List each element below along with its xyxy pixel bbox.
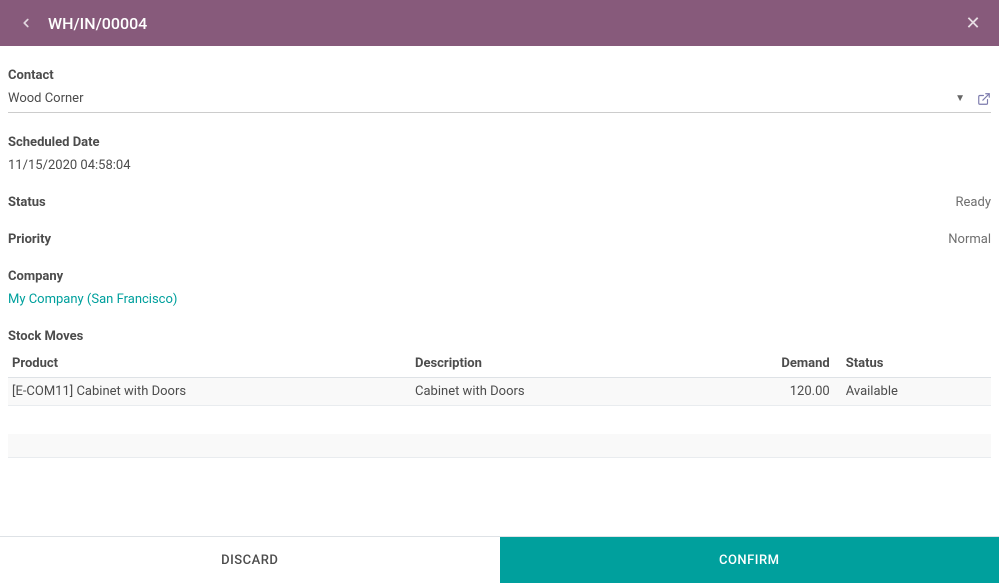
cell-product: [E-COM11] Cabinet with Doors	[8, 378, 411, 406]
company-label: Company	[8, 269, 991, 284]
cell-description: Cabinet with Doors	[411, 378, 745, 406]
priority-value: Normal	[948, 232, 991, 247]
contact-value: Wood Corner	[8, 87, 949, 110]
confirm-button[interactable]: Confirm	[500, 537, 999, 583]
field-status: Status Ready	[8, 195, 991, 210]
modal-header: WH/IN/00004 ✕	[0, 0, 999, 46]
table-row[interactable]: [E-COM11] Cabinet with Doors Cabinet wit…	[8, 378, 991, 406]
scheduled-date-value: 11/15/2020 04:58:04	[8, 154, 991, 173]
col-demand: Demand	[745, 350, 833, 378]
status-label: Status	[8, 195, 46, 210]
priority-label: Priority	[8, 232, 51, 247]
contact-label: Contact	[8, 68, 991, 83]
stock-moves-label: Stock Moves	[8, 329, 991, 344]
close-icon: ✕	[965, 13, 980, 34]
scheduled-date-label: Scheduled Date	[8, 135, 991, 150]
col-status: Status	[834, 350, 991, 378]
stock-moves-table: Product Description Demand Status [E-COM…	[8, 350, 991, 406]
field-contact: Contact Wood Corner ▼	[8, 68, 991, 113]
field-scheduled-date: Scheduled Date 11/15/2020 04:58:04	[8, 135, 991, 173]
col-product: Product	[8, 350, 411, 378]
chevron-left-icon	[19, 16, 33, 30]
external-link-icon[interactable]	[977, 92, 991, 106]
field-company: Company My Company (San Francisco)	[8, 269, 991, 307]
modal-title: WH/IN/00004	[48, 14, 961, 33]
discard-button[interactable]: Discard	[0, 537, 500, 583]
chevron-down-icon: ▼	[955, 93, 965, 104]
cell-status: Available	[834, 378, 991, 406]
contact-input[interactable]: Wood Corner ▼	[8, 87, 991, 113]
status-value: Ready	[956, 195, 991, 210]
field-priority: Priority Normal	[8, 232, 991, 247]
col-description: Description	[411, 350, 745, 378]
dropdown-caret[interactable]: ▼	[949, 93, 971, 104]
modal-body: Contact Wood Corner ▼ Scheduled Date 11/…	[0, 46, 999, 536]
back-button[interactable]	[14, 11, 38, 35]
empty-band	[8, 434, 991, 458]
cell-demand: 120.00	[745, 378, 833, 406]
company-value[interactable]: My Company (San Francisco)	[8, 288, 991, 307]
close-button[interactable]: ✕	[961, 11, 985, 35]
modal-footer: Discard Confirm	[0, 536, 999, 583]
